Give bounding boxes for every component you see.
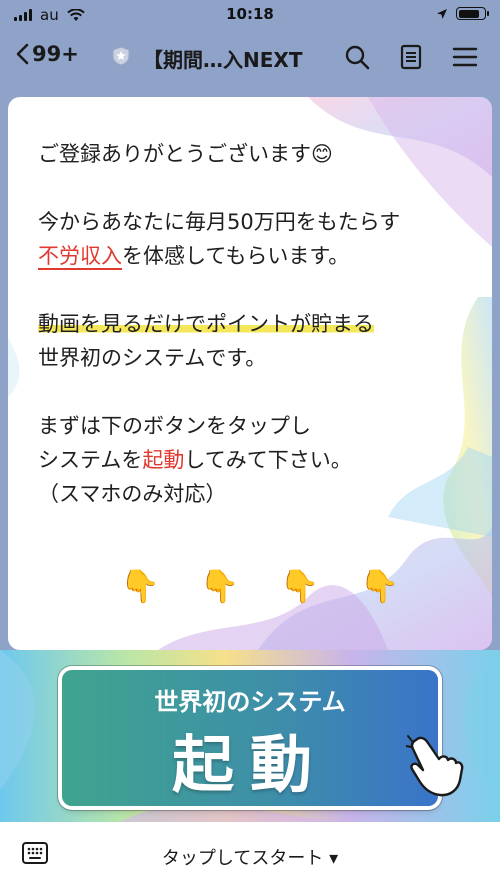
chevron-left-icon [16, 43, 29, 65]
highlight-red: 起動 [142, 448, 185, 472]
button-subtitle: 世界初のシステム [154, 688, 346, 716]
message-text: ご登録ありがとうございます😊 今からあなたに毎月50万円をもたらす 不労収入を体… [38, 137, 472, 511]
highlight-red-underlined: 不労収入 [38, 244, 122, 268]
tap-hand-icon [406, 735, 464, 797]
highlighted-text: 動画を見るだけでポイントが貯まる [38, 312, 374, 336]
pointing-down-icon: 👇 [120, 567, 160, 605]
back-button[interactable]: 99+ [14, 42, 79, 66]
message-line: 動画を見るだけでポイントが貯まる [38, 307, 472, 341]
rich-menu: 世界初のシステム 起動 [0, 650, 500, 822]
rich-menu-toggle[interactable]: タップしてスタート ▾ [0, 844, 500, 870]
start-system-button[interactable]: 世界初のシステム 起動 [62, 670, 438, 806]
bottom-bar: タップしてスタート ▾ [0, 822, 500, 889]
message-line: システムを起動してみて下さい。 [38, 448, 352, 472]
header-actions [344, 44, 478, 70]
chat-title[interactable]: 【期間…入NEXT [143, 44, 302, 73]
menu-icon[interactable] [452, 44, 478, 70]
battery-icon [456, 7, 489, 20]
message-image-card[interactable]: ご登録ありがとうございます😊 今からあなたに毎月50万円をもたらす 不労収入を体… [8, 97, 492, 650]
status-right [436, 7, 489, 20]
message-line: ご登録ありがとうございます😊 [38, 142, 333, 166]
message-line: まずは下のボタンをタップし [38, 414, 311, 438]
button-main-label: 起動 [171, 728, 328, 801]
message-line: 世界初のシステムです。 [38, 346, 267, 370]
pointing-hands: 👇 👇 👇 👇 [120, 567, 399, 605]
message-line: 今からあなたに毎月50万円をもたらす [38, 210, 401, 234]
status-time: 10:18 [226, 5, 274, 23]
message-line: 不労収入を体感してもらいます。 [38, 244, 350, 268]
chat-header: 99+ 【期間…入NEXT [0, 30, 500, 86]
pointing-down-icon: 👇 [359, 567, 400, 605]
pointing-down-icon: 👇 [199, 567, 240, 605]
search-icon[interactable] [344, 44, 370, 70]
message-line: （スマホのみ対応） [38, 482, 227, 506]
unread-count: 99+ [32, 42, 79, 66]
official-badge-icon [112, 46, 130, 66]
pointing-down-icon: 👇 [279, 567, 320, 605]
notes-icon[interactable] [398, 44, 424, 70]
status-bar: au 10:18 [0, 0, 500, 30]
location-icon [437, 8, 447, 19]
